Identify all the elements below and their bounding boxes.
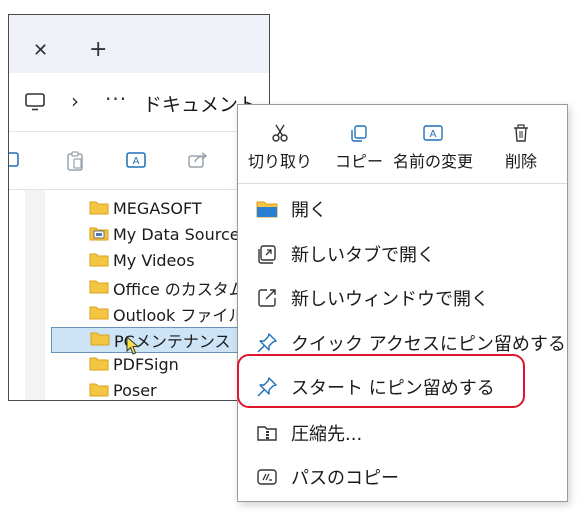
tree-scroll-gutter[interactable] bbox=[25, 190, 45, 400]
pin-icon bbox=[256, 332, 278, 354]
new-window-icon bbox=[256, 287, 278, 309]
context-menu: 切り取り コピー A 名前の変更 削除 開く 新しいタブで開く 新しいウィンドウ… bbox=[237, 104, 568, 502]
folder-icon bbox=[89, 199, 109, 219]
tab-bar: ✕ + bbox=[9, 15, 269, 73]
copy-icon[interactable] bbox=[9, 150, 23, 174]
rename-label: 名前の変更 bbox=[393, 152, 474, 171]
tree-item[interactable]: MEGASOFT bbox=[89, 198, 202, 224]
copy-icon bbox=[335, 123, 383, 143]
tree-item[interactable]: Poser bbox=[89, 380, 157, 401]
scissors-icon bbox=[248, 123, 312, 143]
new-tab-icon bbox=[256, 243, 278, 265]
share-icon[interactable] bbox=[187, 150, 209, 174]
menu-item-label: スタート にピン留めする bbox=[291, 378, 495, 399]
menu-item-label: クイック アクセスにピン留めする bbox=[291, 334, 566, 355]
pin-icon bbox=[256, 376, 278, 398]
close-icon[interactable]: ✕ bbox=[33, 40, 48, 61]
folder-icon bbox=[89, 304, 109, 324]
navigation-tree: MEGASOFT My Data Sources My Videos Offic… bbox=[9, 190, 269, 401]
breadcrumb-chevron[interactable]: › bbox=[71, 89, 79, 113]
tree-item[interactable]: My Videos bbox=[89, 250, 195, 276]
trash-icon bbox=[505, 123, 537, 143]
menu-item-label: 新しいウィンドウで開く bbox=[291, 289, 489, 310]
folder-icon bbox=[90, 330, 110, 350]
rename-icon: A bbox=[393, 123, 473, 143]
tree-item[interactable]: PDFSign bbox=[89, 354, 179, 380]
svg-text:A: A bbox=[430, 129, 437, 140]
menu-item-label: パスのコピー bbox=[291, 468, 399, 489]
copy-label: コピー bbox=[335, 152, 384, 171]
copy-button[interactable]: コピー bbox=[335, 123, 383, 172]
folder-icon bbox=[89, 251, 109, 271]
menu-item-label: 圧縮先... bbox=[291, 424, 363, 445]
copy-path-icon bbox=[256, 466, 278, 488]
explorer-window: ✕ + › ··· ドキュメント A MEGASOFT My Data Sour… bbox=[8, 14, 270, 401]
plus-icon[interactable]: + bbox=[89, 37, 107, 62]
zip-icon bbox=[256, 422, 278, 444]
tree-item-selected[interactable]: PCメンテナンス bbox=[51, 327, 251, 355]
svg-text:A: A bbox=[133, 156, 140, 167]
menu-separator bbox=[238, 183, 567, 184]
menu-item-label: 開く bbox=[291, 200, 327, 221]
tree-item[interactable]: Office のカスタム bbox=[89, 276, 245, 302]
tree-item[interactable]: Outlook ファイル bbox=[89, 302, 244, 328]
breadcrumb-overflow[interactable]: ··· bbox=[105, 87, 127, 111]
menu-item-label: 新しいタブで開く bbox=[291, 245, 435, 266]
data-folder-icon bbox=[89, 225, 109, 245]
paste-icon[interactable] bbox=[65, 150, 85, 176]
command-bar: A bbox=[9, 132, 269, 190]
address-bar: › ··· ドキュメント bbox=[9, 73, 269, 132]
delete-label: 削除 bbox=[505, 152, 538, 171]
monitor-icon[interactable] bbox=[25, 93, 45, 115]
folder-icon bbox=[89, 355, 109, 375]
folder-icon bbox=[89, 381, 109, 401]
cut-button[interactable]: 切り取り bbox=[248, 123, 312, 172]
folder-open-icon bbox=[256, 198, 278, 220]
tree-item[interactable]: My Data Sources bbox=[89, 224, 248, 250]
cut-label: 切り取り bbox=[248, 152, 313, 171]
rename-icon[interactable]: A bbox=[125, 150, 147, 174]
folder-icon bbox=[89, 278, 109, 298]
delete-button[interactable]: 削除 bbox=[505, 123, 537, 172]
rename-button[interactable]: A 名前の変更 bbox=[393, 123, 473, 172]
